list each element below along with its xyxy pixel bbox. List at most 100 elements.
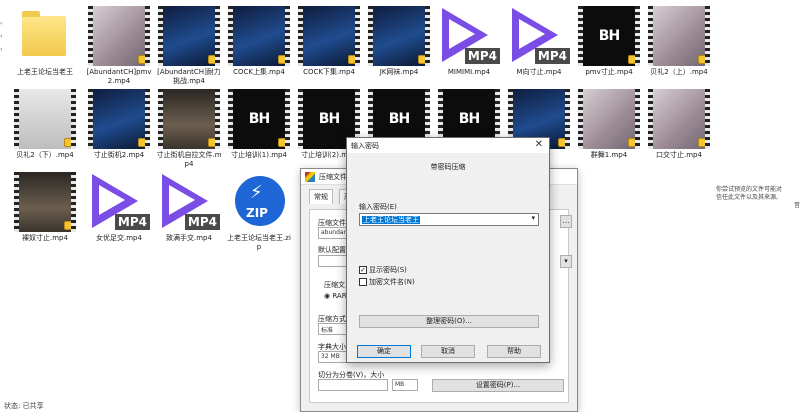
- split-unit-select[interactable]: MB: [392, 379, 418, 391]
- password-dialog-titlebar[interactable]: 输入密码 ✕: [347, 138, 549, 153]
- set-password-button[interactable]: 设置密码(P)...: [432, 379, 564, 392]
- file-item[interactable]: JK网袜.mp4: [366, 6, 432, 77]
- file-item[interactable]: BH pmv寸止.mp4: [576, 6, 642, 77]
- file-name: 女优足交.mp4: [96, 234, 142, 242]
- edge-mark: ‹: [0, 46, 3, 53]
- file-name: 口交寸止.mp4: [656, 151, 702, 159]
- preview-warning-line: 音: [793, 202, 800, 209]
- file-item[interactable]: 贝礼2（下）.mp4: [12, 89, 78, 160]
- file-item[interactable]: 上老王论坛当老王: [12, 6, 78, 77]
- archive-window-title: 压缩文件: [319, 173, 347, 181]
- lock-icon: [138, 138, 148, 147]
- file-item[interactable]: COCK上集.mp4: [226, 6, 292, 77]
- lock-icon: [278, 55, 288, 64]
- file-item[interactable]: ⚡ ZIP 上老王论坛当老王.zip: [226, 172, 292, 252]
- video-thumbnail: [228, 6, 290, 66]
- method-select[interactable]: 标准: [318, 323, 348, 335]
- mp4-file-icon: MP4: [508, 6, 570, 66]
- tab-general[interactable]: 常规: [309, 189, 333, 204]
- split-size-input[interactable]: [318, 379, 388, 391]
- encrypt-filenames-label: 加密文件名(N): [369, 278, 415, 286]
- preview-warning-line: 信任此文件以及其来源,: [716, 194, 778, 201]
- help-button[interactable]: 帮助: [487, 345, 541, 358]
- cancel-button[interactable]: 取消: [421, 345, 475, 358]
- video-thumbnail: [368, 6, 430, 66]
- file-item[interactable]: [AbundantCH]耐力挑战.mp4: [156, 6, 222, 86]
- winrar-icon: [305, 172, 315, 182]
- password-text: 上老王论坛当老王: [362, 216, 420, 224]
- close-icon[interactable]: ✕: [535, 139, 543, 150]
- file-item[interactable]: 口交寸止.mp4: [646, 89, 712, 160]
- video-thumbnail: BH: [228, 89, 290, 149]
- lock-icon: [628, 138, 638, 147]
- file-name: [AbundantCH]耐力挑战.mp4: [157, 68, 221, 85]
- lock-icon: [138, 55, 148, 64]
- file-item[interactable]: 寸止街机自拉文件.mp4: [156, 89, 222, 169]
- file-name: 裸奴寸止.mp4: [22, 234, 68, 242]
- video-thumbnail: BH: [578, 6, 640, 66]
- file-name: 致满手交.mp4: [166, 234, 212, 242]
- file-name: 寸止培训(1).mp4: [231, 151, 287, 159]
- password-dialog-subtitle: 带密码压缩: [430, 163, 466, 171]
- edge-mark: ‹: [0, 33, 3, 40]
- lock-icon: [64, 138, 74, 147]
- file-name: JK网袜.mp4: [379, 68, 419, 76]
- show-password-checkbox[interactable]: ✓ 显示密码(S): [359, 265, 407, 275]
- file-item[interactable]: BH 寸止培训(1).mp4: [226, 89, 292, 160]
- status-bar: 状态: 已共享: [4, 401, 44, 411]
- checkbox-empty-icon: [359, 278, 367, 286]
- file-item[interactable]: COCK下集.mp4: [296, 6, 362, 77]
- organize-passwords-button[interactable]: 整理密码(O)...: [359, 315, 539, 328]
- video-thumbnail: [648, 6, 710, 66]
- edge-mark: ‹: [0, 20, 3, 27]
- video-thumbnail: [14, 172, 76, 232]
- mp4-file-icon: MP4: [88, 172, 150, 232]
- ok-button[interactable]: 确定: [357, 345, 411, 358]
- format-label: 压缩文: [324, 281, 345, 289]
- file-item[interactable]: 贝礼2（上）.mp4: [646, 6, 712, 77]
- file-item[interactable]: 群舞1.mp4: [576, 89, 642, 160]
- checkbox-checked-icon: ✓: [359, 266, 367, 274]
- file-item[interactable]: 裸奴寸止.mp4: [12, 172, 78, 243]
- format-rar-option[interactable]: ◉ RAR: [324, 292, 347, 300]
- lock-icon: [208, 138, 218, 147]
- chevron-down-icon[interactable]: ▾: [531, 214, 535, 222]
- default-profile-label: 默认配置: [318, 246, 346, 254]
- status-text: 状态: 已共享: [4, 402, 44, 410]
- video-thumbnail: [158, 89, 220, 149]
- password-dialog: 输入密码 ✕ 带密码压缩 输入密码(E) 上老王论坛当老王 ▾ ✓ 显示密码(S…: [346, 137, 550, 363]
- video-thumbnail: [298, 6, 360, 66]
- file-name: 贝礼2（下）.mp4: [16, 151, 74, 159]
- file-item[interactable]: 寸止街机2.mp4: [86, 89, 152, 160]
- file-name: M向寸止.mp4: [516, 68, 562, 76]
- encrypt-filenames-checkbox[interactable]: 加密文件名(N): [359, 277, 415, 287]
- file-item[interactable]: MP4 MIMIMI.mp4: [436, 6, 502, 77]
- profile-dropdown-button[interactable]: ▾: [560, 255, 572, 268]
- mp4-file-icon: MP4: [438, 6, 500, 66]
- video-thumbnail: [88, 89, 150, 149]
- left-edge-markers: ‹ ‹ ‹: [0, 20, 8, 59]
- lock-icon: [698, 55, 708, 64]
- mp4-file-icon: MP4: [158, 172, 220, 232]
- video-thumbnail: [14, 89, 76, 149]
- file-name: 群舞1.mp4: [590, 151, 628, 159]
- preview-warning: 你尝试预览的文件可能对 信任此文件以及其来源, 音: [716, 186, 800, 210]
- lock-icon: [418, 55, 428, 64]
- lock-icon: [698, 138, 708, 147]
- file-item[interactable]: MP4 致满手交.mp4: [156, 172, 222, 243]
- browse-button[interactable]: …: [560, 215, 572, 228]
- video-thumbnail: [648, 89, 710, 149]
- video-thumbnail: [158, 6, 220, 66]
- file-name: pmv寸止.mp4: [585, 68, 633, 76]
- profile-field[interactable]: [318, 255, 348, 267]
- lock-icon: [278, 138, 288, 147]
- file-item[interactable]: [AbundantCH]pmv2.mp4: [86, 6, 152, 86]
- file-item[interactable]: MP4 女优足交.mp4: [86, 172, 152, 243]
- file-name: COCK下集.mp4: [303, 68, 355, 76]
- file-item[interactable]: MP4 M向寸止.mp4: [506, 6, 572, 77]
- file-name: 寸止街机自拉文件.mp4: [156, 151, 222, 168]
- zip-file-icon: ⚡ ZIP: [228, 172, 290, 232]
- file-name: 上老王论坛当老王.zip: [227, 234, 291, 251]
- password-input[interactable]: 上老王论坛当老王 ▾: [359, 213, 539, 226]
- dict-size-select[interactable]: 32 MB: [318, 351, 348, 363]
